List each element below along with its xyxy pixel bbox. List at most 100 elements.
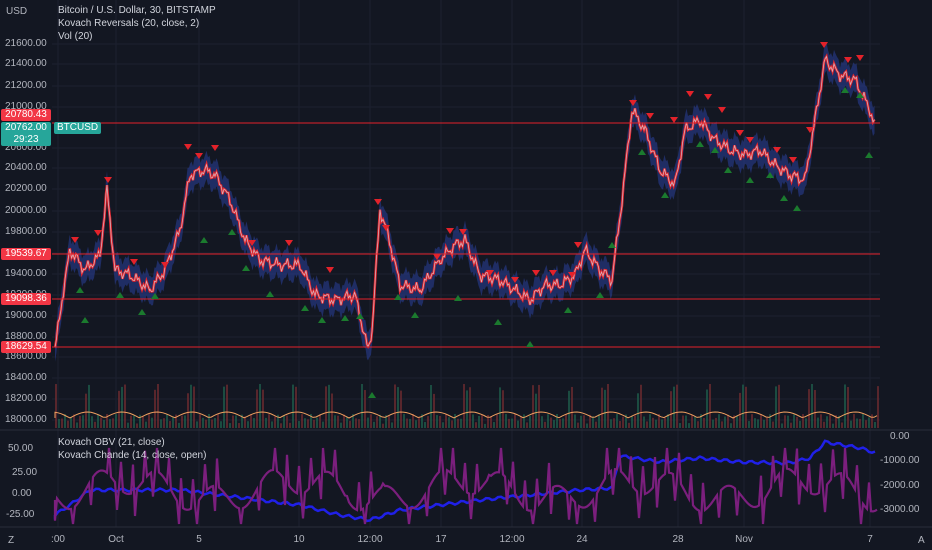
symbol-title[interactable]: Bitcoin / U.S. Dollar, 30, BITSTAMP <box>58 5 216 17</box>
volume-bar <box>247 421 249 428</box>
volume-bar <box>424 422 426 428</box>
volume-bar <box>304 418 306 428</box>
volume-bar <box>256 389 258 428</box>
volume-bar <box>568 390 570 428</box>
volume-bar <box>91 416 93 428</box>
sell-marker <box>574 242 582 248</box>
volume-bar <box>445 414 447 428</box>
volume-bar <box>121 386 123 428</box>
volume-bar <box>58 418 60 428</box>
volume-bar <box>805 418 807 428</box>
time-tick: 17 <box>435 534 447 545</box>
volume-bar <box>643 416 645 428</box>
reversal-band-fill <box>55 42 875 362</box>
volume-bar <box>109 419 111 428</box>
volume-bar <box>382 423 384 428</box>
volume-bar <box>724 416 726 428</box>
volume-bar <box>601 387 603 428</box>
volume-bar <box>877 386 879 428</box>
volume-bar <box>436 415 438 428</box>
last-price-value: 20762.00 <box>5 122 47 133</box>
level-tag: 18629.54 <box>1 341 51 353</box>
volume-bar <box>151 417 153 428</box>
volume-bar <box>337 415 339 428</box>
volume-bar <box>319 414 321 428</box>
volume-bar <box>793 414 795 428</box>
volume-bar <box>55 384 57 428</box>
volume-bar <box>292 384 294 428</box>
volume-bar <box>871 414 873 428</box>
volume-bar <box>514 414 516 428</box>
volume-bar <box>373 421 375 428</box>
price-tick: 21200.00 <box>5 80 47 91</box>
volume-bar <box>634 415 636 428</box>
price-line <box>53 53 876 350</box>
volume-bars <box>54 384 879 428</box>
volume-bar <box>649 414 651 428</box>
volume-bar <box>814 389 816 428</box>
volume-bar <box>844 384 846 428</box>
volume-bar <box>406 418 408 428</box>
volume-bar <box>397 387 399 428</box>
chart-canvas[interactable] <box>0 0 932 550</box>
lower-left-tick: 0.00 <box>12 488 32 499</box>
indicator-legend-volume[interactable]: Vol (20) <box>58 31 92 43</box>
volume-bar <box>763 419 765 428</box>
volume-bar <box>160 419 162 428</box>
indicator-legend-reversals[interactable]: Kovach Reversals (20, close, 2) <box>58 18 199 30</box>
volume-bar <box>343 414 345 428</box>
volume-bar <box>214 418 216 428</box>
volume-bar <box>532 385 534 428</box>
lower-right-tick: 0.00 <box>890 431 910 442</box>
time-tick: Oct <box>108 534 124 545</box>
volume-bar <box>127 422 129 428</box>
volume-bar <box>580 415 582 428</box>
volume-bar <box>403 414 405 428</box>
volume-bar <box>187 393 189 428</box>
sell-marker <box>104 177 112 183</box>
volume-bar <box>712 419 714 428</box>
lower-left-tick: 50.00 <box>8 443 34 454</box>
volume-bar <box>142 416 144 428</box>
volume-bar <box>244 416 246 428</box>
volume-bar <box>526 422 528 428</box>
volume-bar <box>196 421 198 428</box>
log-scale-button[interactable]: Z <box>8 535 14 547</box>
buy-marker <box>780 195 788 201</box>
buy-marker <box>411 312 419 318</box>
volume-bar <box>223 386 225 428</box>
volume-bar <box>85 393 87 428</box>
volume-bar <box>829 414 831 428</box>
volume-bar <box>178 422 180 428</box>
price-tick: 18000.00 <box>5 414 47 425</box>
volume-bar <box>235 415 237 428</box>
price-tick: 18200.00 <box>5 393 47 404</box>
volume-bar <box>289 422 291 428</box>
sell-marker <box>646 113 654 119</box>
volume-bar <box>103 420 105 428</box>
buy-marker <box>564 307 572 313</box>
volume-bar <box>259 384 261 428</box>
obv-legend[interactable]: Kovach OBV (21, close) <box>58 437 165 449</box>
auto-scale-button[interactable]: A <box>918 535 925 547</box>
volume-bar <box>301 414 303 428</box>
volume-bar <box>811 384 813 428</box>
sell-marker <box>71 237 79 243</box>
volume-bar <box>94 421 96 428</box>
chande-legend[interactable]: Kovach Chande (14, close, open) <box>58 450 206 462</box>
volume-bar <box>850 420 852 428</box>
volume-bar <box>298 421 300 428</box>
volume-bar <box>163 418 165 428</box>
price-tick: 21400.00 <box>5 58 47 69</box>
sell-marker <box>736 130 744 136</box>
volume-bar <box>322 421 324 428</box>
volume-bar <box>181 415 183 428</box>
volume-bar <box>172 416 174 428</box>
volume-bar <box>208 414 210 428</box>
volume-bar <box>685 415 687 428</box>
volume-bar <box>652 417 654 428</box>
buy-marker <box>318 317 326 323</box>
volume-bar <box>148 414 150 428</box>
volume-bar <box>673 386 675 428</box>
level-tag: 20780.43 <box>1 109 51 121</box>
